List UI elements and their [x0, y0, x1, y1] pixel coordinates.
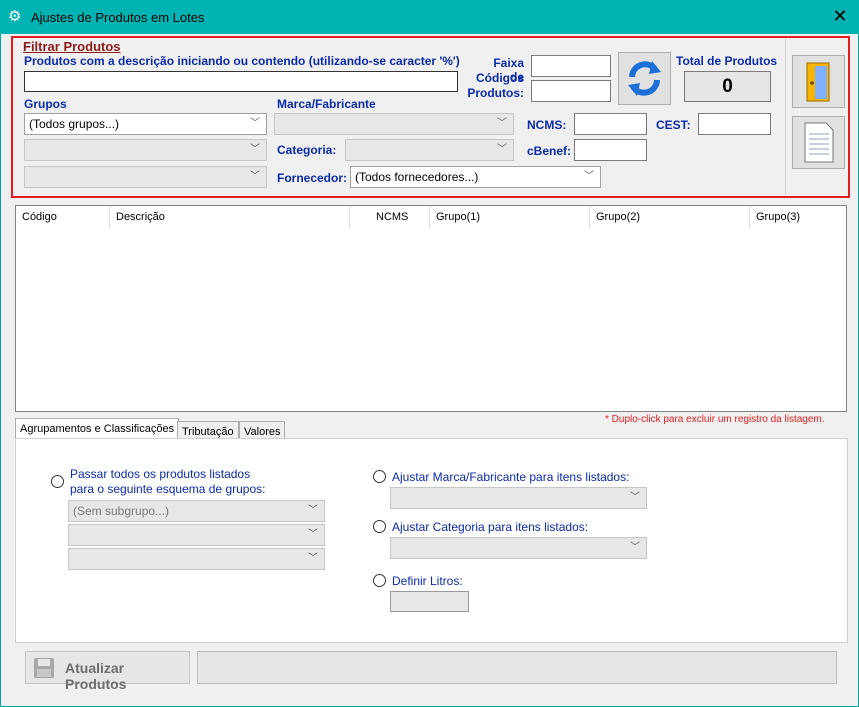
document-icon: [804, 122, 834, 163]
cest-label: CEST:: [656, 118, 691, 132]
passar-grupos-label-2: para o seguinte esquema de grupos:: [70, 482, 266, 496]
grupos-select-2[interactable]: ﹀: [24, 139, 267, 161]
description-label: Produtos com a descrição iniciando ou co…: [24, 54, 460, 68]
report-button[interactable]: [792, 116, 845, 169]
total-products-label: Total de Produtos: [676, 54, 778, 68]
gear-icon: ⚙: [8, 8, 22, 25]
chevron-down-icon: ﹀: [630, 492, 640, 503]
column-header-grupo3[interactable]: Grupo(3): [750, 206, 846, 228]
progress-bar: [197, 651, 837, 684]
categoria-label: Categoria:: [277, 143, 337, 157]
fornecedor-label: Fornecedor:: [277, 171, 348, 185]
title-bar: ⚙ Ajustes de Produtos em Lotes ✕: [0, 0, 859, 34]
chevron-down-icon: ﹀: [308, 505, 318, 516]
description-input[interactable]: [24, 71, 458, 92]
atualizar-produtos-label: Atualizar Produtos: [65, 660, 127, 692]
grupos-select-3[interactable]: ﹀: [24, 166, 267, 188]
atualizar-produtos-button[interactable]: Atualizar Produtos: [25, 651, 190, 692]
grupos-label: Grupos: [24, 97, 67, 111]
column-header-grupo2[interactable]: Grupo(2): [590, 206, 750, 228]
total-products-value: 0: [684, 71, 771, 102]
close-button[interactable]: ✕: [829, 5, 851, 27]
litros-input[interactable]: [390, 591, 469, 612]
chevron-down-icon: ﹀: [630, 542, 640, 553]
ncms-label: NCMS:: [527, 118, 567, 132]
chevron-down-icon: ﹀: [250, 118, 260, 129]
subgrupo-select-1[interactable]: (Sem subgrupo...) ﹀: [68, 500, 325, 522]
grupos-select-1[interactable]: (Todos grupos...) ﹀: [24, 113, 267, 135]
subgrupo-select-2[interactable]: ﹀: [68, 524, 325, 546]
ajustar-marca-select[interactable]: ﹀: [390, 487, 647, 509]
passar-grupos-radio[interactable]: [51, 475, 64, 488]
refresh-icon: [628, 61, 661, 96]
ajustar-marca-label: Ajustar Marca/Fabricante para itens list…: [392, 470, 630, 484]
marca-label: Marca/Fabricante: [277, 97, 376, 111]
subgrupo-select-3[interactable]: ﹀: [68, 548, 325, 570]
column-header-codigo[interactable]: Código: [16, 206, 110, 228]
grupos-select-value: (Todos grupos...): [29, 117, 120, 131]
filter-title: Filtrar Produtos: [23, 39, 121, 54]
cbenef-input[interactable]: [574, 139, 647, 161]
delete-hint-note: * Duplo-click para excluir um registro d…: [605, 414, 825, 425]
fornecedor-select[interactable]: (Todos fornecedores...) ﹀: [350, 166, 601, 188]
ncms-input[interactable]: [574, 113, 647, 135]
window-title: Ajustes de Produtos em Lotes: [31, 10, 205, 25]
ajustar-categoria-radio[interactable]: [373, 520, 386, 533]
chevron-down-icon: ﹀: [497, 144, 507, 155]
column-header-ncms[interactable]: NCMS: [350, 206, 430, 228]
chevron-down-icon: ﹀: [584, 171, 594, 182]
passar-grupos-label-1: Passar todos os produtos listados: [70, 467, 251, 481]
divider: [785, 38, 786, 195]
definir-litros-radio[interactable]: [373, 574, 386, 587]
subgrupo-select-value: (Sem subgrupo...): [73, 504, 170, 518]
chevron-down-icon: ﹀: [250, 171, 260, 182]
exit-button[interactable]: [792, 55, 845, 108]
save-disk-icon: [34, 658, 54, 678]
faixa-label-2: Códigos: [476, 71, 524, 85]
door-icon: [806, 62, 830, 102]
categoria-select[interactable]: ﹀: [345, 139, 514, 161]
marca-select[interactable]: ﹀: [274, 113, 514, 135]
refresh-button[interactable]: [618, 52, 671, 105]
column-header-grupo1[interactable]: Grupo(1): [430, 206, 590, 228]
ajustar-categoria-select[interactable]: ﹀: [390, 537, 647, 559]
cest-input[interactable]: [698, 113, 771, 135]
chevron-down-icon: ﹀: [308, 553, 318, 564]
fornecedor-select-value: (Todos fornecedores...): [355, 170, 479, 184]
ajustar-categoria-label: Ajustar Categoria para itens listados:: [392, 520, 589, 534]
cbenef-label: cBenef:: [527, 144, 572, 158]
chevron-down-icon: ﹀: [308, 529, 318, 540]
definir-litros-label: Definir Litros:: [392, 574, 463, 588]
code-range-end-input[interactable]: [531, 80, 611, 102]
chevron-down-icon: ﹀: [250, 144, 260, 155]
chevron-down-icon: ﹀: [497, 118, 507, 129]
ajustar-marca-radio[interactable]: [373, 470, 386, 483]
column-header-descricao[interactable]: Descrição: [110, 206, 350, 228]
code-range-start-input[interactable]: [531, 55, 611, 77]
products-list[interactable]: Código Descrição NCMS Grupo(1) Grupo(2) …: [15, 205, 847, 412]
faixa-label-3: Produtos:: [467, 86, 524, 100]
